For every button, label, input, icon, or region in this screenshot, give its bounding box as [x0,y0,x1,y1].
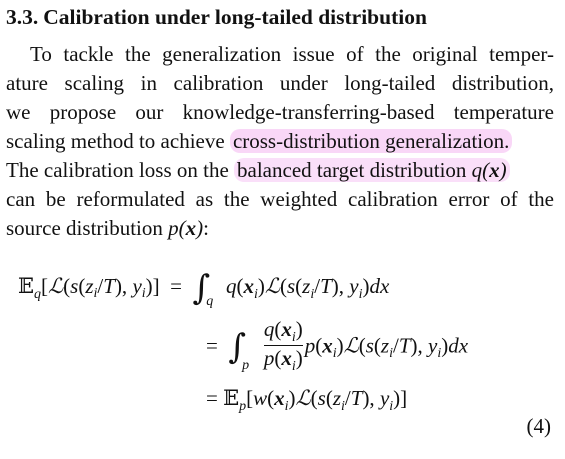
paragraph-line-1: To tackle the generalization issue of th… [30,42,554,66]
section-number: 3.3. [6,5,39,29]
line-7-text: source distribution [6,216,163,240]
paragraph-line-4: scaling method to achieve cross-distribu… [6,127,554,156]
equation-row-2: = ∫ p q(xi) p(xi) p(xi)ℒ(s(zi/T), yi)dx [206,317,469,374]
highlight-balanced-text: balanced target distribution [237,158,467,182]
section-heading: 3.3. Calibration under long-tailed distri… [6,4,427,30]
equation-number: (4) [526,414,552,438]
equation-row-1: 𝔼q[ℒ(s(zi/T), yi)] = ∫ q q(xi)ℒ(s(zi/T), … [18,268,390,309]
paragraph-line-3: we propose our knowledge-transferring-ba… [6,100,554,124]
line-4-text: scaling method to achieve [6,129,225,153]
highlight-cross-distribution: cross-distribution generalization. [229,129,513,153]
body-paragraph: To tackle the generalization issue of th… [6,40,554,243]
highlight-balanced-target: balanced target distribution q(x) [234,158,510,182]
math-p-x: p(x) [168,216,204,240]
equation-row-3: = 𝔼p[w(xi)ℒ(s(zi/T), yi)] [206,386,408,414]
equation-block: 𝔼q[ℒ(s(zi/T), yi)] = ∫ q q(xi)ℒ(s(zi/T), … [0,256,565,456]
paragraph-line-6: can be reformulated as the weighted cali… [6,187,554,211]
paragraph-line-2: ature scaling in calibration under long-… [6,71,554,95]
math-q-x: q(x) [471,158,507,182]
ratio-fraction: q(xi) p(xi) [263,317,303,374]
section-title: Calibration under long-tailed distributi… [43,5,427,29]
line-5-text: The calibration loss on the [6,158,229,182]
paragraph-line-7: source distribution p(x): [6,216,209,240]
paragraph-line-5: The calibration loss on the balanced tar… [6,156,554,185]
